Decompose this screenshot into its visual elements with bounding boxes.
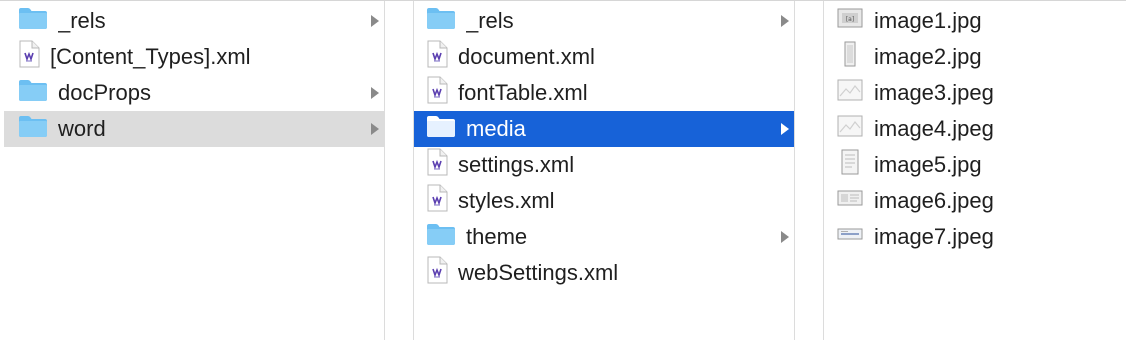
list-item-fonttable-xml[interactable]: fontTable.xml (414, 75, 794, 111)
list-item-content-types-xml[interactable]: [Content_Types].xml (4, 39, 384, 75)
disclosure-arrow-icon (781, 123, 789, 135)
list-item-image4-jpeg[interactable]: image4.jpeg (824, 111, 1126, 147)
item-label: image4.jpeg (874, 116, 994, 141)
item-label: _rels (466, 8, 514, 33)
item-label: media (466, 116, 526, 141)
disclosure-arrow-icon (781, 15, 789, 27)
folder-icon (426, 6, 456, 36)
disclosure-arrow-icon (371, 123, 379, 135)
item-label: image2.jpg (874, 44, 982, 69)
disclosure-arrow-icon (781, 231, 789, 243)
list-item-websettings-xml[interactable]: webSettings.xml (414, 255, 794, 291)
list-item-image2-jpg[interactable]: image2.jpg (824, 39, 1126, 75)
image-thumbnail-icon (836, 184, 864, 218)
item-label: image6.jpeg (874, 188, 994, 213)
list-item-image3-jpeg[interactable]: image3.jpeg (824, 75, 1126, 111)
image-thumbnail-icon (836, 220, 864, 254)
item-label: document.xml (458, 44, 595, 69)
disclosure-arrow-icon (371, 87, 379, 99)
item-label: styles.xml (458, 188, 555, 213)
xml-file-icon (426, 256, 448, 290)
list-item-image1-jpg[interactable]: [a] image1.jpg (824, 3, 1126, 39)
item-label: [Content_Types].xml (50, 44, 251, 69)
column-gap (385, 1, 414, 340)
image-thumbnail-icon: [a] (836, 4, 864, 38)
item-label: word (58, 116, 106, 141)
list-item-settings-xml[interactable]: settings.xml (414, 147, 794, 183)
disclosure-arrow-icon (371, 15, 379, 27)
item-label: image5.jpg (874, 152, 982, 177)
list-item-word[interactable]: word (4, 111, 384, 147)
item-label: theme (466, 224, 528, 249)
item-label: docProps (58, 80, 151, 105)
item-label: image1.jpg (874, 8, 982, 33)
xml-file-icon (426, 76, 448, 110)
list-item-media[interactable]: media (414, 111, 794, 147)
list-item-image6-jpeg[interactable]: image6.jpeg (824, 183, 1126, 219)
list-item-theme[interactable]: theme (414, 219, 794, 255)
column-root: _rels [Content_Types].xml docProps word (0, 1, 384, 340)
image-thumbnail-icon (836, 40, 864, 74)
list-item-rels[interactable]: _rels (4, 3, 384, 39)
item-label: image7.jpeg (874, 224, 994, 249)
folder-icon (426, 222, 456, 252)
list-item-styles-xml[interactable]: styles.xml (414, 183, 794, 219)
folder-icon (426, 114, 456, 144)
column-browser: _rels [Content_Types].xml docProps word _re… (0, 0, 1126, 340)
image-thumbnail-icon (836, 112, 864, 146)
column-gap (795, 1, 823, 340)
column-word: _rels document.xml fontTable.xml media setti… (414, 1, 794, 340)
xml-file-icon (18, 40, 40, 74)
list-item-docprops[interactable]: docProps (4, 75, 384, 111)
folder-icon (18, 114, 48, 144)
item-label: image3.jpeg (874, 80, 994, 105)
column-media: [a] image1.jpg image2.jpg image3.jpeg image4… (824, 1, 1126, 340)
image-thumbnail-icon (836, 76, 864, 110)
item-label: webSettings.xml (458, 260, 619, 285)
xml-file-icon (426, 148, 448, 182)
xml-file-icon (426, 40, 448, 74)
xml-file-icon (426, 184, 448, 218)
list-item-rels[interactable]: _rels (414, 3, 794, 39)
list-item-image5-jpg[interactable]: image5.jpg (824, 147, 1126, 183)
item-label: _rels (58, 8, 106, 33)
svg-text:[a]: [a] (846, 16, 854, 23)
folder-icon (18, 6, 48, 36)
item-label: fontTable.xml (458, 80, 588, 105)
list-item-document-xml[interactable]: document.xml (414, 39, 794, 75)
item-label: settings.xml (458, 152, 575, 177)
folder-icon (18, 78, 48, 108)
image-thumbnail-icon (836, 148, 864, 182)
list-item-image7-jpeg[interactable]: image7.jpeg (824, 219, 1126, 255)
